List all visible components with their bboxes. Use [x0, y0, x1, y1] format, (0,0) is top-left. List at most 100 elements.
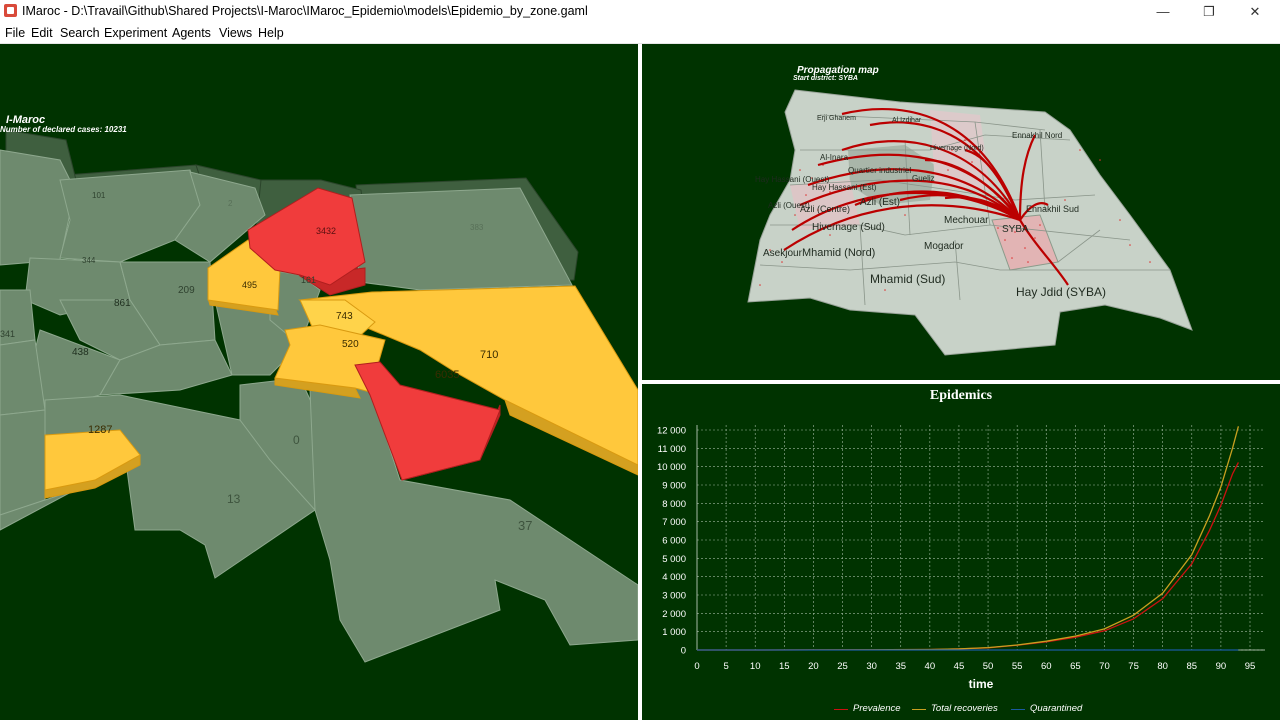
epidemics-chart[interactable]: Epidemics 0 5 10 15 20 25 30 35 40 45 50 55 60 65 70 75…	[642, 384, 1280, 720]
propagation-subtitle: Start district: SYBA	[793, 75, 858, 82]
svg-text:209: 209	[178, 285, 195, 296]
menu-search[interactable]: Search	[60, 26, 100, 40]
svg-text:Mhamid (Sud): Mhamid (Sud)	[870, 272, 945, 286]
close-button[interactable]: ✕	[1232, 0, 1278, 23]
epidemics-chart-view[interactable]: Epidemics 0 5 10 15 20 25 30 35 40 45 50 55 60 65 70 75…	[642, 384, 1280, 720]
x-tick-label: 10	[750, 661, 761, 672]
x-tick-label: 25	[837, 661, 848, 672]
svg-text:Hay Hassani (Est): Hay Hassani (Est)	[812, 183, 877, 192]
svg-text:SYBA: SYBA	[1002, 224, 1029, 235]
menu-help[interactable]: Help	[258, 26, 284, 40]
y-tick-label: 2 000	[662, 609, 686, 620]
svg-text:Mechouar: Mechouar	[944, 215, 989, 226]
app-icon	[4, 4, 17, 17]
svg-text:Hay Jdid (SYBA): Hay Jdid (SYBA)	[1016, 285, 1106, 299]
y-tick-label: 5 000	[662, 554, 686, 565]
svg-text:341: 341	[0, 329, 15, 339]
menu-views[interactable]: Views	[219, 26, 252, 40]
map-subtitle: Number of declared cases: 10231	[0, 125, 127, 134]
chart-series	[697, 426, 1240, 651]
y-tick-label: 6 000	[662, 536, 686, 547]
minimize-button[interactable]: —	[1140, 0, 1186, 23]
propagation-view[interactable]: Erji Ghanem Al Izdihar Al-Inara Quartier…	[642, 44, 1280, 380]
svg-text:520: 520	[342, 339, 359, 350]
svg-text:383: 383	[470, 223, 484, 232]
legend-quarantined-swatch	[1011, 709, 1025, 710]
map-view[interactable]: 101 344 209 3432 495 161 743 520 6035 71…	[0, 44, 638, 720]
x-tick-label: 70	[1099, 661, 1110, 672]
x-tick-label: 85	[1187, 661, 1198, 672]
svg-text:Hivernage (Nord): Hivernage (Nord)	[930, 145, 984, 152]
svg-text:Asekjour: Asekjour	[763, 248, 803, 259]
x-tick-label: 45	[954, 661, 965, 672]
x-tick-label: 30	[866, 661, 877, 672]
chart-xlabel: time	[969, 677, 994, 691]
y-tick-label: 0	[681, 646, 686, 657]
svg-text:710: 710	[480, 349, 498, 361]
map-canvas[interactable]: 101 344 209 3432 495 161 743 520 6035 71…	[0, 44, 638, 720]
legend-prevalence-swatch	[834, 709, 848, 710]
legend-recoveries-swatch	[912, 709, 926, 710]
x-tick-label: 0	[694, 661, 699, 672]
y-tick-label: 10 000	[657, 462, 686, 473]
svg-text:Azli (Centre): Azli (Centre)	[800, 204, 850, 214]
svg-text:1287: 1287	[88, 424, 112, 436]
series-line-prevalence	[697, 462, 1239, 651]
menu-experiment[interactable]: Experiment	[104, 26, 167, 40]
propagation-canvas[interactable]: Erji Ghanem Al Izdihar Al-Inara Quartier…	[642, 44, 1280, 380]
svg-text:101: 101	[92, 191, 106, 200]
svg-text:3432: 3432	[316, 226, 336, 236]
menu-agents[interactable]: Agents	[172, 26, 211, 40]
svg-text:344: 344	[82, 256, 96, 265]
svg-text:Azli (Est): Azli (Est)	[860, 197, 900, 208]
svg-text:861: 861	[114, 298, 131, 309]
restore-button[interactable]: ❐	[1186, 0, 1232, 23]
x-tick-label: 90	[1216, 661, 1227, 672]
x-tick-label: 60	[1041, 661, 1052, 672]
legend-quarantined: Quarantined	[1030, 703, 1083, 714]
x-tick-label: 35	[895, 661, 906, 672]
svg-text:2: 2	[228, 199, 233, 208]
svg-text:13: 13	[227, 492, 241, 506]
zone-1287	[44, 429, 141, 491]
menu-file[interactable]: File	[5, 26, 25, 40]
menu-bar: File Edit Search Experiment Agents Views…	[0, 23, 1280, 44]
y-tick-label: 9 000	[662, 481, 686, 492]
chart-title: Epidemics	[930, 388, 993, 403]
svg-text:Al-Inara: Al-Inara	[820, 153, 849, 162]
legend-prevalence: Prevalence	[853, 703, 901, 714]
x-tick-label: 20	[808, 661, 819, 672]
svg-text:Ennakhil Nord: Ennakhil Nord	[1012, 131, 1062, 140]
zone-101b	[59, 169, 201, 263]
svg-text:37: 37	[518, 518, 532, 533]
series-line-total-recoveries	[697, 426, 1240, 651]
x-tick-label: 55	[1012, 661, 1023, 672]
y-tick-label: 11 000	[658, 444, 686, 455]
y-tick-label: 3 000	[662, 591, 686, 602]
svg-text:495: 495	[242, 280, 257, 290]
svg-text:Ennakhil Sud: Ennakhil Sud	[1026, 204, 1079, 214]
svg-text:Mhamid (Nord): Mhamid (Nord)	[802, 247, 875, 259]
menu-edit[interactable]: Edit	[31, 26, 53, 40]
svg-text:Gueliz: Gueliz	[912, 174, 935, 183]
chart-grid	[696, 425, 1265, 651]
x-tick-label: 40	[925, 661, 936, 672]
x-tick-label: 65	[1070, 661, 1081, 672]
x-tick-label: 95	[1245, 661, 1256, 672]
x-tick-label: 50	[983, 661, 994, 672]
x-tick-label: 80	[1157, 661, 1168, 672]
x-tick-label: 5	[723, 661, 728, 672]
svg-text:Quartier industriel: Quartier industriel	[848, 166, 911, 175]
svg-text:743: 743	[336, 311, 353, 322]
window-title: IMaroc - D:\Travail\Github\Shared Projec…	[22, 4, 588, 18]
y-tick-label: 8 000	[662, 499, 686, 510]
x-tick-label: 75	[1128, 661, 1139, 672]
svg-text:0: 0	[293, 433, 300, 447]
y-tick-label: 1 000	[662, 627, 686, 638]
svg-text:Hivernage (Sud): Hivernage (Sud)	[812, 222, 885, 233]
chart-ticks: 0 5 10 15 20 25 30 35 40 45 50 55 60 65 70 75 80 85 90 95 0 1…	[657, 426, 1255, 673]
svg-text:6035: 6035	[435, 369, 459, 381]
x-tick-label: 15	[779, 661, 790, 672]
svg-text:161: 161	[301, 275, 316, 285]
svg-text:Mogador: Mogador	[924, 241, 964, 252]
